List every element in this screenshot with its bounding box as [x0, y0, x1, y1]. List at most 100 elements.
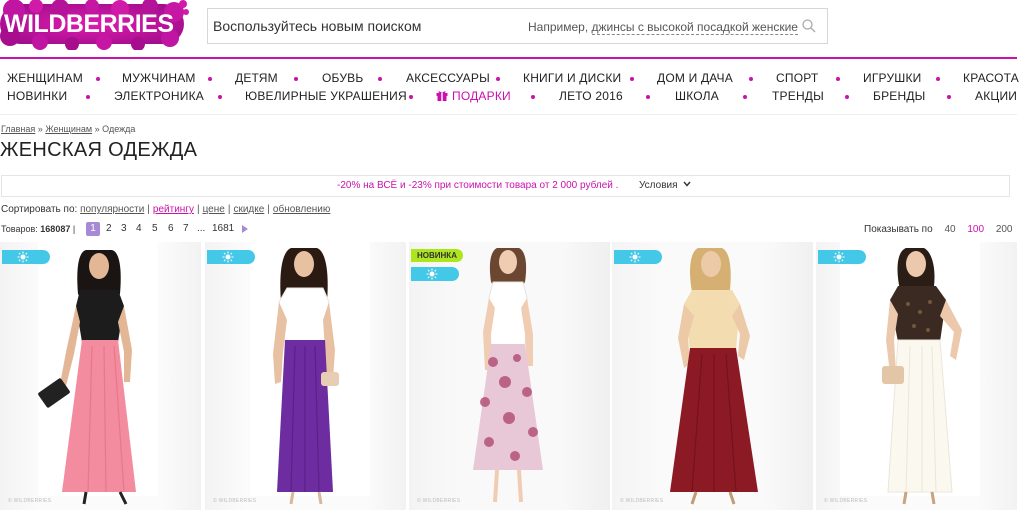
promo-banner: -20% на ВСЁ и -23% при стоимости товара …	[1, 175, 1010, 197]
page-5[interactable]: 5	[152, 222, 158, 236]
nav-item-beauty[interactable]: КРАСОТА	[963, 71, 1019, 85]
summer-badge	[2, 250, 50, 264]
nav-item-sales[interactable]: АКЦИИ	[975, 89, 1017, 103]
gift-icon	[436, 91, 448, 101]
sun-icon	[833, 251, 845, 263]
card-watermark: © WILDBERRIES	[8, 498, 52, 504]
sort-separator: |	[227, 204, 231, 215]
sort-bar: Сортировать по: популярности | рейтингу | це…	[1, 204, 330, 215]
product-image[interactable]	[816, 242, 1017, 510]
nav-separator	[496, 77, 500, 81]
card-watermark: © WILDBERRIES	[620, 498, 664, 504]
nav-item-women[interactable]: ЖЕНЩИНАМ	[7, 71, 83, 85]
nav-item-toys[interactable]: ИГРУШКИ	[863, 71, 922, 85]
product-image[interactable]	[0, 242, 201, 510]
nav-item-sport[interactable]: СПОРТ	[776, 71, 818, 85]
nav-item-summer[interactable]: ЛЕТО 2016	[559, 89, 623, 103]
main-navigation: ЖЕНЩИНАМ МУЖЧИНАМ ДЕТЯМ ОБУВЬ АКСЕССУАРЫ…	[0, 66, 1024, 112]
page-4[interactable]: 4	[136, 222, 142, 236]
nav-item-jewelry[interactable]: ЮВЕЛИРНЫЕ УКРАШЕНИЯ	[245, 89, 407, 103]
per-page-200[interactable]: 200	[996, 224, 1013, 235]
nav-item-shoes[interactable]: ОБУВЬ	[322, 71, 363, 85]
sort-separator: |	[196, 204, 200, 215]
sort-price[interactable]: цене	[203, 204, 225, 215]
product-grid: © WILDBERRIES © WILDBERRIES НОВИНКА © WI…	[0, 242, 1024, 512]
promo-text: -20% на ВСЁ и -23% при стоимости товара …	[337, 180, 619, 191]
per-page-100[interactable]: 100	[967, 224, 984, 235]
search-example-link[interactable]: джинсы с высокой посадкой женские	[591, 20, 798, 35]
product-image[interactable]	[612, 242, 813, 510]
nav-item-gifts-label: ПОДАРКИ	[452, 89, 511, 103]
product-card[interactable]: © WILDBERRIES	[0, 242, 201, 510]
card-watermark: © WILDBERRIES	[417, 498, 461, 504]
product-card[interactable]: © WILDBERRIES	[816, 242, 1017, 510]
promo-conditions-toggle[interactable]: Условия	[639, 180, 691, 191]
card-watermark: © WILDBERRIES	[213, 498, 257, 504]
search-example-prefix: Например,	[528, 20, 589, 34]
product-card[interactable]: © WILDBERRIES	[205, 242, 406, 510]
product-card[interactable]: © WILDBERRIES	[612, 242, 813, 510]
page-1[interactable]: 1	[86, 222, 100, 236]
product-image[interactable]	[205, 242, 406, 510]
nav-separator	[531, 95, 535, 99]
nav-separator	[96, 77, 100, 81]
sort-discount[interactable]: скидке	[233, 204, 264, 215]
wildberries-logo[interactable]: WILDBERRIES	[0, 0, 190, 51]
nav-separator	[646, 95, 650, 99]
per-page-selector: Показывать по 40 100 200	[864, 224, 1013, 235]
sort-popularity[interactable]: популярности	[80, 204, 144, 215]
search-icon[interactable]	[801, 18, 817, 34]
nav-separator	[378, 77, 382, 81]
nav-item-gifts[interactable]: ПОДАРКИ	[436, 89, 511, 103]
page-3[interactable]: 3	[121, 222, 127, 236]
nav-separator	[208, 77, 212, 81]
nav-item-brands[interactable]: БРЕНДЫ	[873, 89, 926, 103]
search-example: Например, джинсы с высокой посадкой женс…	[528, 20, 798, 35]
nav-item-kids[interactable]: ДЕТЯМ	[235, 71, 278, 85]
nav-separator	[836, 77, 840, 81]
product-card[interactable]: НОВИНКА © WILDBERRIES	[409, 242, 610, 510]
page-title: ЖЕНСКАЯ ОДЕЖДА	[0, 139, 198, 161]
page-6[interactable]: 6	[168, 222, 174, 236]
nav-separator	[294, 77, 298, 81]
product-image[interactable]	[409, 242, 610, 510]
breadcrumb-separator: »	[94, 124, 100, 134]
nav-item-school[interactable]: ШКОЛА	[675, 89, 719, 103]
search-input[interactable]	[213, 16, 513, 36]
sun-icon	[222, 251, 234, 263]
nav-item-accessories[interactable]: АКСЕССУАРЫ	[406, 71, 490, 85]
breadcrumb-women[interactable]: Женщинам	[45, 124, 92, 134]
nav-item-electronics[interactable]: ЭЛЕКТРОНИКА	[114, 89, 204, 103]
nav-item-men[interactable]: МУЖЧИНАМ	[122, 71, 196, 85]
page-last[interactable]: 1681	[212, 222, 234, 236]
summer-badge	[207, 250, 255, 264]
nav-item-new[interactable]: НОВИНКИ	[7, 89, 67, 103]
breadcrumb-current: Одежда	[102, 124, 136, 134]
summer-badge	[818, 250, 866, 264]
sort-separator: |	[267, 204, 270, 215]
nav-row-1: ЖЕНЩИНАМ МУЖЧИНАМ ДЕТЯМ ОБУВЬ АКСЕССУАРЫ…	[0, 71, 1024, 87]
new-badge: НОВИНКА	[411, 249, 463, 262]
nav-separator	[86, 95, 90, 99]
sort-rating[interactable]: рейтингу	[153, 204, 194, 215]
nav-item-trends[interactable]: ТРЕНДЫ	[772, 89, 824, 103]
card-watermark: © WILDBERRIES	[824, 498, 868, 504]
chevron-down-icon	[683, 181, 691, 187]
per-page-40[interactable]: 40	[944, 224, 955, 235]
nav-item-books[interactable]: КНИГИ И ДИСКИ	[523, 71, 621, 85]
nav-row-2: НОВИНКИ ЭЛЕКТРОНИКА ЮВЕЛИРНЫЕ УКРАШЕНИЯ …	[0, 89, 1024, 105]
pager-next-icon[interactable]	[242, 225, 248, 233]
sort-label: Сортировать по:	[1, 204, 78, 215]
sun-icon	[426, 268, 438, 280]
page-2[interactable]: 2	[106, 222, 112, 236]
nav-separator	[845, 95, 849, 99]
page-7[interactable]: 7	[183, 222, 189, 236]
nav-separator	[218, 95, 222, 99]
nav-separator	[630, 77, 634, 81]
nav-item-home[interactable]: ДОМ И ДАЧА	[657, 71, 733, 85]
sort-update[interactable]: обновлению	[273, 204, 330, 215]
count-divider: |	[70, 224, 76, 234]
header-divider	[0, 57, 1017, 59]
search-box[interactable]: Например, джинсы с высокой посадкой женс…	[207, 8, 828, 44]
breadcrumb-home[interactable]: Главная	[1, 124, 35, 134]
